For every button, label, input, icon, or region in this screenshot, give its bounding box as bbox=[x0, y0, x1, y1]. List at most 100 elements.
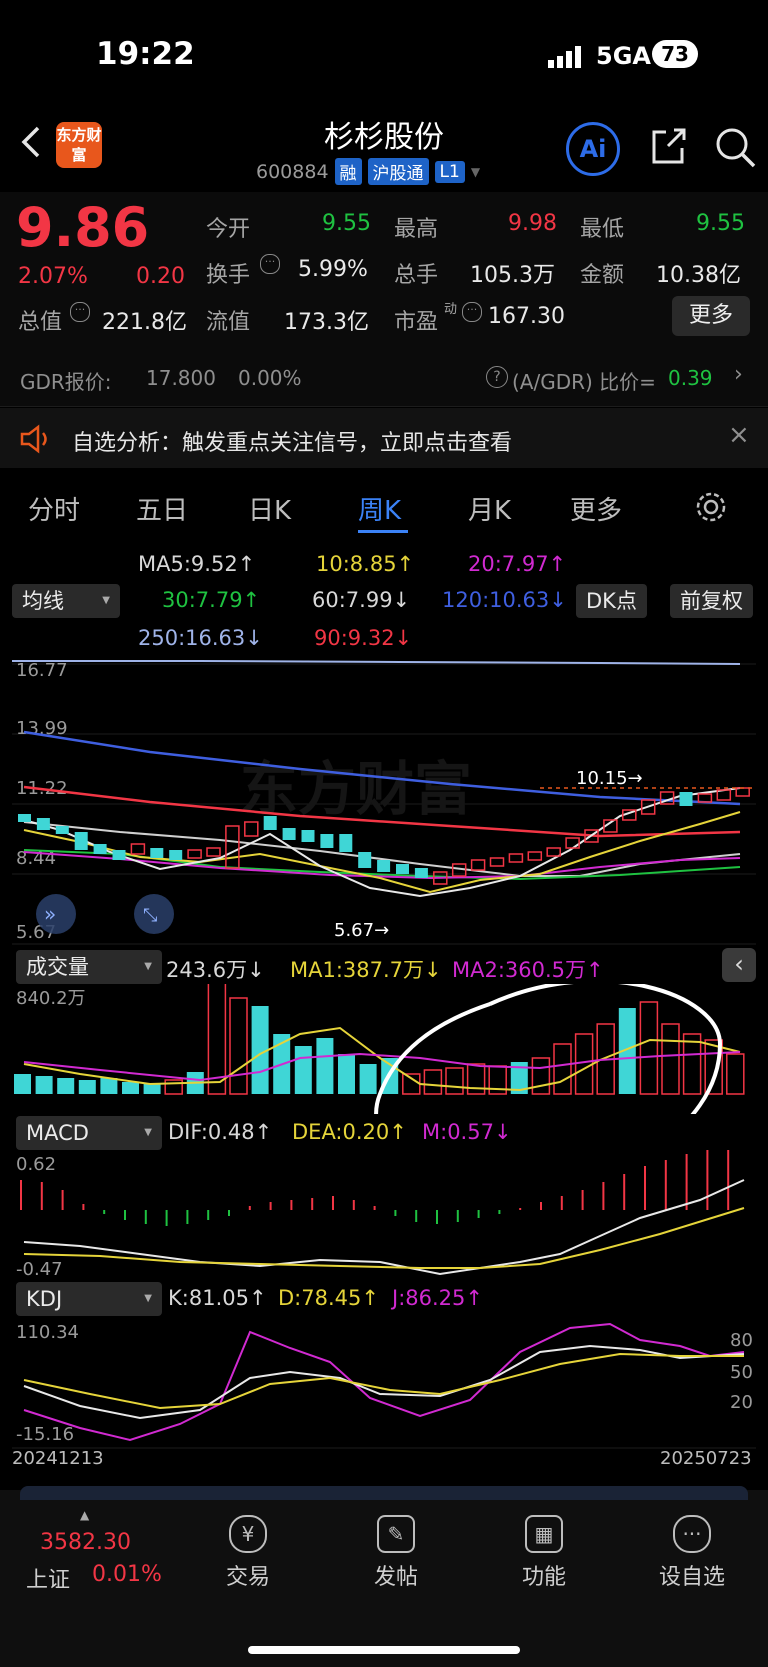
chevron-right-icon: › bbox=[734, 362, 743, 387]
candle bbox=[74, 832, 88, 850]
volume-bar bbox=[14, 1074, 31, 1094]
pe-value: 167.30 bbox=[488, 304, 565, 329]
tag-level: L1 bbox=[434, 160, 465, 183]
search-icon[interactable] bbox=[712, 124, 758, 174]
close-icon[interactable]: × bbox=[728, 420, 750, 450]
nav-post[interactable]: ✎ 发帖 bbox=[346, 1515, 446, 1591]
nav-functions[interactable]: ▦ 功能 bbox=[494, 1515, 594, 1591]
macd-m: M:0.57↓ bbox=[422, 1120, 512, 1144]
index-value[interactable]: 3582.30 bbox=[40, 1530, 131, 1555]
macd-dea-line bbox=[23, 1207, 745, 1269]
battery-icon: 73 bbox=[652, 40, 698, 68]
alert-text: 自选分析：触发重点关注信号，立即点击查看 bbox=[72, 431, 513, 456]
macd-bar bbox=[706, 1150, 709, 1210]
info-icon[interactable]: ··· bbox=[260, 254, 280, 274]
candle bbox=[263, 816, 277, 830]
kdj-top-label: 110.34 bbox=[16, 1322, 79, 1343]
change-amount: 0.20 bbox=[136, 264, 185, 289]
candle bbox=[130, 843, 146, 855]
index-name[interactable]: 上证 bbox=[26, 1562, 70, 1594]
dk-point-button[interactable]: DK点 bbox=[576, 584, 647, 618]
candle bbox=[320, 834, 334, 848]
share-icon[interactable] bbox=[646, 124, 690, 172]
volume-top-label: 840.2万 bbox=[16, 988, 86, 1009]
candle bbox=[396, 864, 409, 874]
bottom-sheet-handle[interactable] bbox=[20, 1486, 748, 1500]
gdr-pct: 0.00% bbox=[238, 366, 302, 390]
chevron-down-icon: ▼ bbox=[102, 595, 110, 606]
kdj-level-80: 80 bbox=[730, 1330, 753, 1351]
network-label: 5GA bbox=[596, 42, 651, 70]
macd-selector[interactable]: MACD ▼ bbox=[16, 1116, 162, 1150]
volume-bar bbox=[164, 1079, 183, 1095]
yen-exchange-icon: ¥ bbox=[229, 1515, 267, 1553]
candle bbox=[527, 851, 543, 861]
tab-weekly[interactable]: 周K bbox=[358, 490, 401, 527]
tab-monthly[interactable]: 月K bbox=[468, 490, 511, 527]
more-button[interactable]: 更多 bbox=[672, 296, 750, 336]
kdj-selector[interactable]: KDJ ▼ bbox=[16, 1282, 162, 1316]
candle bbox=[679, 792, 693, 806]
volume-bar bbox=[100, 1078, 118, 1094]
volume-value: 105.3万 bbox=[470, 263, 555, 288]
kline-chart[interactable]: 东方财富 16.77 13.99 11.22 8.44 5.67 10.15→ … bbox=[0, 654, 768, 948]
volume-current: 243.6万↓ bbox=[166, 958, 265, 982]
macd-bar bbox=[103, 1210, 106, 1214]
macd-bar bbox=[581, 1190, 584, 1210]
info-icon[interactable]: ··· bbox=[70, 302, 90, 322]
kdj-chart[interactable]: 110.34 -15.16 80 50 20 20241213 20250723 bbox=[0, 1318, 768, 1468]
tab-more[interactable]: 更多 bbox=[570, 490, 622, 527]
collapse-panel-icon[interactable]: ‹ bbox=[722, 948, 756, 982]
info-icon[interactable]: ··· bbox=[462, 302, 482, 322]
low-marker: 5.67→ bbox=[334, 920, 389, 941]
candle bbox=[187, 849, 202, 859]
macd-dif: DIF:0.48↑ bbox=[168, 1120, 273, 1144]
ma120-label: 120:10.63↓ bbox=[442, 588, 567, 612]
kdj-level-50: 50 bbox=[730, 1362, 753, 1383]
ai-button[interactable]: Ai bbox=[566, 122, 620, 176]
nav-trade[interactable]: ¥ 交易 bbox=[198, 1515, 298, 1591]
chevron-up-icon[interactable]: ▲ bbox=[80, 1508, 89, 1522]
macd-bar bbox=[290, 1200, 293, 1210]
kdj-selector-label: KDJ bbox=[26, 1287, 63, 1311]
ma20-label: 20:7.97↑ bbox=[468, 552, 567, 576]
settings-gear-icon[interactable] bbox=[694, 490, 728, 528]
macd-bar bbox=[61, 1190, 64, 1210]
candle bbox=[36, 818, 50, 830]
candle bbox=[18, 814, 31, 822]
tab-intraday[interactable]: 分时 bbox=[28, 490, 80, 527]
kdj-j: J:86.25↑ bbox=[392, 1286, 483, 1310]
macd-bar bbox=[477, 1210, 480, 1218]
volume-bar bbox=[122, 1082, 139, 1094]
macd-chart[interactable]: 0.62 -0.47 bbox=[0, 1150, 768, 1280]
nav-post-label: 发帖 bbox=[373, 1565, 418, 1590]
candle bbox=[93, 844, 107, 854]
macd-dea: DEA:0.20↑ bbox=[292, 1120, 407, 1144]
macd-bar bbox=[207, 1210, 210, 1220]
arrows-icon: ⤡ bbox=[143, 905, 157, 926]
volume-bar bbox=[531, 1057, 551, 1095]
ma-selector[interactable]: 均线 ▼ bbox=[12, 584, 120, 618]
volume-selector[interactable]: 成交量 ▼ bbox=[16, 950, 162, 984]
high-label: 最高 bbox=[394, 217, 439, 242]
index-pct[interactable]: 0.01% bbox=[92, 1562, 162, 1587]
ma250-label: 250:16.63↓ bbox=[138, 626, 263, 650]
chevron-down-icon: ▼ bbox=[470, 164, 481, 179]
tab-five-day[interactable]: 五日 bbox=[136, 490, 188, 527]
candle bbox=[358, 852, 372, 868]
ma10-label: 10:8.85↑ bbox=[316, 552, 415, 576]
candle bbox=[225, 825, 240, 869]
volume-ma2: MA2:360.5万↑ bbox=[452, 958, 604, 982]
nav-add-watchlist[interactable]: ··· 设自选 bbox=[642, 1515, 742, 1591]
volume-chart[interactable]: 840.2万 bbox=[0, 984, 768, 1114]
candle bbox=[546, 847, 561, 857]
adjust-button[interactable]: 前复权 bbox=[670, 584, 753, 618]
tab-daily[interactable]: 日K bbox=[248, 490, 291, 527]
help-icon[interactable]: ? bbox=[486, 366, 508, 388]
home-indicator bbox=[248, 1646, 520, 1654]
stock-code-row[interactable]: 600884 融 沪股通 L1 ▼ bbox=[256, 158, 480, 185]
nav-functions-label: 功能 bbox=[521, 1565, 566, 1590]
macd-bar bbox=[20, 1180, 22, 1210]
candle bbox=[339, 834, 353, 852]
volume-bar bbox=[338, 1054, 355, 1094]
